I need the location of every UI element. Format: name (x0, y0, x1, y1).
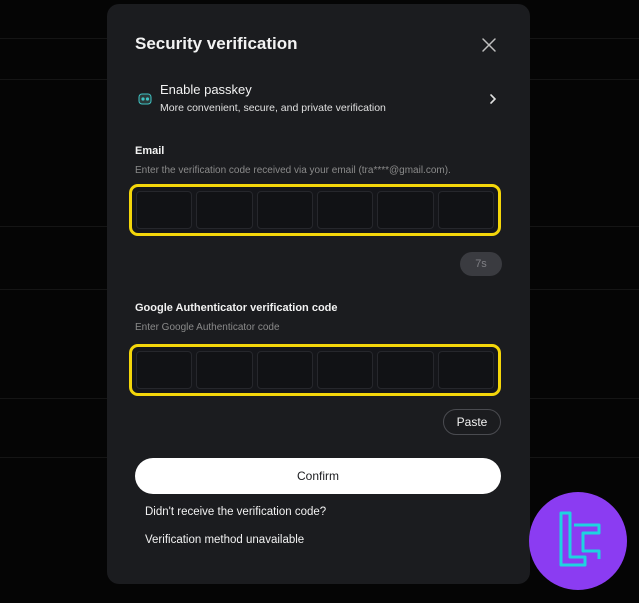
close-icon[interactable] (480, 36, 498, 54)
email-code-digit[interactable] (316, 191, 374, 229)
resend-code-timer-button[interactable]: 7s (460, 252, 502, 276)
authenticator-code-digit[interactable] (377, 351, 434, 389)
email-label: Email (135, 145, 165, 157)
authenticator-code-digit[interactable] (316, 351, 374, 389)
security-verification-dialog: Security verification Enable passkey Mor… (107, 4, 530, 584)
authenticator-code-digit[interactable] (437, 351, 494, 389)
authenticator-code-digit[interactable] (196, 351, 253, 389)
chevron-right-icon (490, 94, 497, 104)
email-code-digit[interactable] (256, 191, 313, 229)
paste-button[interactable]: Paste (443, 409, 501, 435)
dialog-title: Security verification (135, 34, 298, 53)
passkey-subtitle: More convenient, secure, and private ver… (160, 102, 386, 114)
watermark-logo-icon (529, 492, 627, 590)
confirm-button[interactable]: Confirm (135, 458, 501, 494)
email-code-input[interactable] (129, 184, 501, 236)
method-unavailable-link[interactable]: Verification method unavailable (145, 534, 304, 546)
no-code-link[interactable]: Didn't receive the verification code? (145, 506, 326, 518)
passkey-title: Enable passkey (160, 82, 252, 97)
authenticator-code-digit[interactable] (136, 351, 193, 389)
email-code-digit[interactable] (136, 191, 193, 229)
authenticator-code-input[interactable] (129, 344, 501, 396)
email-code-digit[interactable] (377, 191, 434, 229)
email-code-digit[interactable] (196, 191, 253, 229)
authenticator-label: Google Authenticator verification code (135, 302, 338, 314)
passkey-icon (138, 93, 152, 105)
email-hint: Enter the verification code received via… (135, 165, 451, 176)
authenticator-code-digit[interactable] (256, 351, 313, 389)
enable-passkey-row[interactable]: Enable passkey More convenient, secure, … (135, 80, 500, 120)
email-code-digit[interactable] (437, 191, 494, 229)
authenticator-hint: Enter Google Authenticator code (135, 322, 280, 333)
